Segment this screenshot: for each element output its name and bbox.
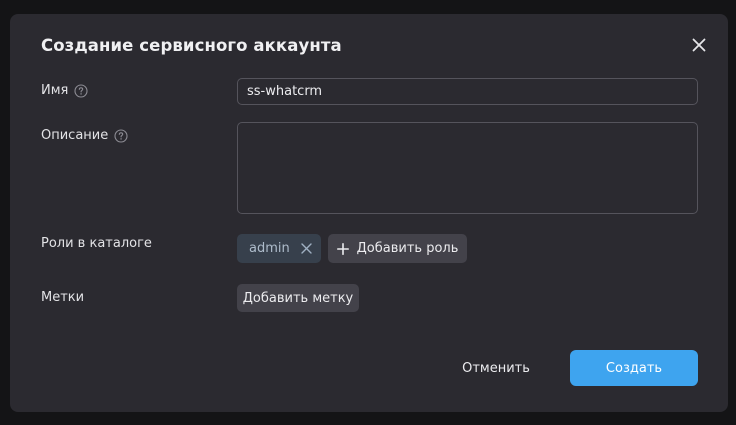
add-role-label: Добавить роль (356, 241, 459, 256)
cancel-label: Отменить (462, 360, 530, 376)
role-chip-label: admin (249, 241, 290, 256)
cancel-button[interactable]: Отменить (440, 350, 552, 386)
close-icon (301, 243, 312, 254)
name-help-icon[interactable] (74, 83, 88, 98)
description-label: Описание (41, 128, 109, 143)
labels-label: Метки (41, 290, 85, 305)
create-button[interactable]: Создать (570, 350, 698, 386)
modal-backdrop: Создание сервисного аккаунта Имя Описани… (0, 0, 736, 425)
dialog-title: Создание сервисного аккаунта (41, 36, 342, 55)
description-row-label: Описание (41, 128, 128, 143)
roles-label: Роли в каталоге (41, 236, 152, 251)
name-label: Имя (41, 83, 69, 98)
roles-row-label: Роли в каталоге (41, 236, 152, 251)
close-icon (692, 38, 706, 52)
role-chip: admin (237, 234, 321, 263)
add-label-text: Добавить метку (242, 290, 354, 306)
add-label-button[interactable]: Добавить метку (237, 284, 359, 312)
remove-role-button[interactable] (300, 242, 314, 256)
name-input[interactable] (237, 78, 698, 105)
labels-row-label: Метки (41, 290, 84, 305)
description-help-icon[interactable] (114, 128, 128, 143)
create-label: Создать (605, 360, 663, 376)
name-row-label: Имя (41, 83, 88, 98)
description-textarea[interactable] (237, 122, 698, 214)
add-role-button[interactable]: Добавить роль (328, 234, 467, 263)
create-service-account-dialog: Создание сервисного аккаунта Имя Описани… (10, 14, 728, 412)
close-button[interactable] (690, 36, 708, 54)
plus-icon (336, 242, 349, 255)
